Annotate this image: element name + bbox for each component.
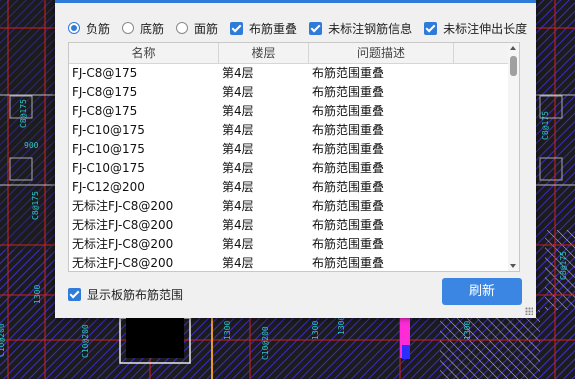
option-bottom-rebar[interactable]: 底筋 [122, 20, 164, 37]
resize-grip-icon[interactable] [525, 307, 533, 315]
cell-floor: 第4层 [222, 180, 254, 194]
radio-icon[interactable] [68, 22, 80, 34]
cell-description: 布筋范围重叠 [312, 85, 385, 99]
cell-description: 布筋范围重叠 [312, 123, 385, 137]
cell-description: 布筋范围重叠 [312, 199, 385, 213]
option-label: 未标注伸出长度 [443, 21, 528, 36]
checkbox-icon[interactable] [424, 21, 438, 35]
checkbox-icon[interactable] [68, 288, 81, 301]
option-top-rebar[interactable]: 面筋 [176, 20, 218, 37]
table-row[interactable]: 无标注FJ-C8@200 第4层 布筋范围重叠 [69, 216, 509, 235]
radio-icon[interactable] [122, 22, 135, 34]
cell-floor: 第4层 [222, 66, 254, 80]
table-row[interactable]: FJ-C10@175 第4层 布筋范围重叠 [69, 140, 509, 159]
show-range-option[interactable]: 显示板筋布筋范围 [68, 286, 183, 303]
refresh-button[interactable]: 刷新 [442, 278, 522, 305]
cell-description: 布筋范围重叠 [312, 237, 385, 251]
rebar-check-dialog: 负筋 底筋 面筋 布筋重叠 未标注钢筋信息 未标注伸出长度 名称 楼层 问题描述 [55, 0, 536, 318]
checkbox-icon[interactable] [309, 21, 323, 35]
cell-description: 布筋范围重叠 [312, 256, 385, 270]
option-unlabeled-length[interactable]: 未标注伸出长度 [424, 20, 527, 37]
cell-floor: 第4层 [222, 237, 254, 251]
svg-text:C10@200: C10@200 [0, 323, 6, 357]
cell-description: 布筋范围重叠 [312, 180, 385, 194]
cell-name: 无标注FJ-C8@200 [72, 199, 174, 213]
svg-text:C8@175: C8@175 [19, 99, 28, 128]
cell-name: 无标注FJ-C8@200 [72, 256, 174, 270]
cell-floor: 第4层 [222, 256, 254, 270]
cell-description: 布筋范围重叠 [312, 218, 385, 232]
svg-text:1300: 1300 [337, 316, 346, 335]
svg-text:1300: 1300 [33, 285, 42, 304]
svg-text:1300: 1300 [223, 321, 232, 340]
svg-text:C8@175: C8@175 [31, 191, 40, 220]
option-negative-rebar[interactable]: 负筋 [68, 20, 110, 37]
option-label: 布筋重叠 [249, 21, 298, 36]
vertical-scrollbar[interactable] [508, 43, 519, 271]
table-header: 名称 楼层 问题描述 [69, 43, 509, 64]
svg-text:900: 900 [24, 141, 39, 150]
cell-name: FJ-C8@175 [72, 104, 138, 118]
issues-table: 名称 楼层 问题描述 FJ-C8@175 第4层 布筋范围重叠 FJ-C8@175 第4… [68, 42, 520, 272]
cell-description: 布筋范围重叠 [312, 66, 385, 80]
column-header-floor[interactable]: 楼层 [219, 43, 309, 63]
svg-text:C10@200: C10@200 [81, 324, 90, 358]
option-unlabeled-info[interactable]: 未标注钢筋信息 [309, 20, 412, 37]
checkbox-icon[interactable] [230, 21, 244, 35]
cell-floor: 第4层 [222, 104, 254, 118]
option-label: 底筋 [140, 21, 165, 36]
table-row[interactable]: FJ-C10@175 第4层 布筋范围重叠 [69, 121, 509, 140]
scroll-down-icon[interactable] [510, 264, 516, 268]
cell-floor: 第4层 [222, 85, 254, 99]
table-row[interactable]: FJ-C10@175 第4层 布筋范围重叠 [69, 159, 509, 178]
table-row[interactable]: 无标注FJ-C8@200 第4层 布筋范围重叠 [69, 254, 509, 271]
option-overlap[interactable]: 布筋重叠 [230, 20, 297, 37]
cell-description: 布筋范围重叠 [312, 161, 385, 175]
cell-floor: 第4层 [222, 142, 254, 156]
table-row[interactable]: 无标注FJ-C8@200 第4层 布筋范围重叠 [69, 197, 509, 216]
table-body: FJ-C8@175 第4层 布筋范围重叠 FJ-C8@175 第4层 布筋范围重叠 FJ-C… [69, 64, 509, 271]
table-row[interactable]: FJ-C8@175 第4层 布筋范围重叠 [69, 64, 509, 83]
scroll-up-icon[interactable] [510, 46, 516, 50]
table-row[interactable]: FJ-C8@175 第4层 布筋范围重叠 [69, 102, 509, 121]
cell-name: FJ-C10@175 [72, 123, 145, 137]
option-label: 面筋 [194, 21, 219, 36]
cell-name: 无标注FJ-C8@200 [72, 218, 174, 232]
cell-floor: 第4层 [222, 123, 254, 137]
column-header-name[interactable]: 名称 [69, 43, 219, 63]
table-row[interactable]: 无标注FJ-C8@200 第4层 布筋范围重叠 [69, 235, 509, 254]
table-row[interactable]: FJ-C12@200 第4层 布筋范围重叠 [69, 178, 509, 197]
svg-text:1300: 1300 [463, 321, 472, 340]
cell-floor: 第4层 [222, 218, 254, 232]
column-header-description[interactable]: 问题描述 [309, 43, 454, 63]
cell-name: FJ-C10@175 [72, 161, 145, 175]
cell-name: FJ-C12@200 [72, 180, 145, 194]
cell-description: 布筋范围重叠 [312, 142, 385, 156]
svg-text:1300: 1300 [311, 321, 320, 340]
option-label: 负筋 [86, 21, 111, 36]
filter-options: 负筋 底筋 面筋 布筋重叠 未标注钢筋信息 未标注伸出长度 [68, 19, 539, 37]
svg-text:C8@175: C8@175 [559, 251, 568, 280]
svg-text:C10@200: C10@200 [261, 326, 270, 360]
cell-floor: 第4层 [222, 199, 254, 213]
show-range-label: 显示板筋布筋范围 [87, 288, 184, 302]
cell-name: FJ-C10@175 [72, 142, 145, 156]
svg-text:C8@175: C8@175 [541, 111, 550, 140]
cell-name: 无标注FJ-C8@200 [72, 237, 174, 251]
cell-name: FJ-C8@175 [72, 85, 138, 99]
cell-name: FJ-C8@175 [72, 66, 138, 80]
cell-floor: 第4层 [222, 161, 254, 175]
option-label: 未标注钢筋信息 [328, 21, 413, 36]
cell-description: 布筋范围重叠 [312, 104, 385, 118]
table-row[interactable]: FJ-C8@175 第4层 布筋范围重叠 [69, 83, 509, 102]
scroll-thumb[interactable] [510, 56, 517, 76]
radio-icon[interactable] [176, 22, 189, 34]
